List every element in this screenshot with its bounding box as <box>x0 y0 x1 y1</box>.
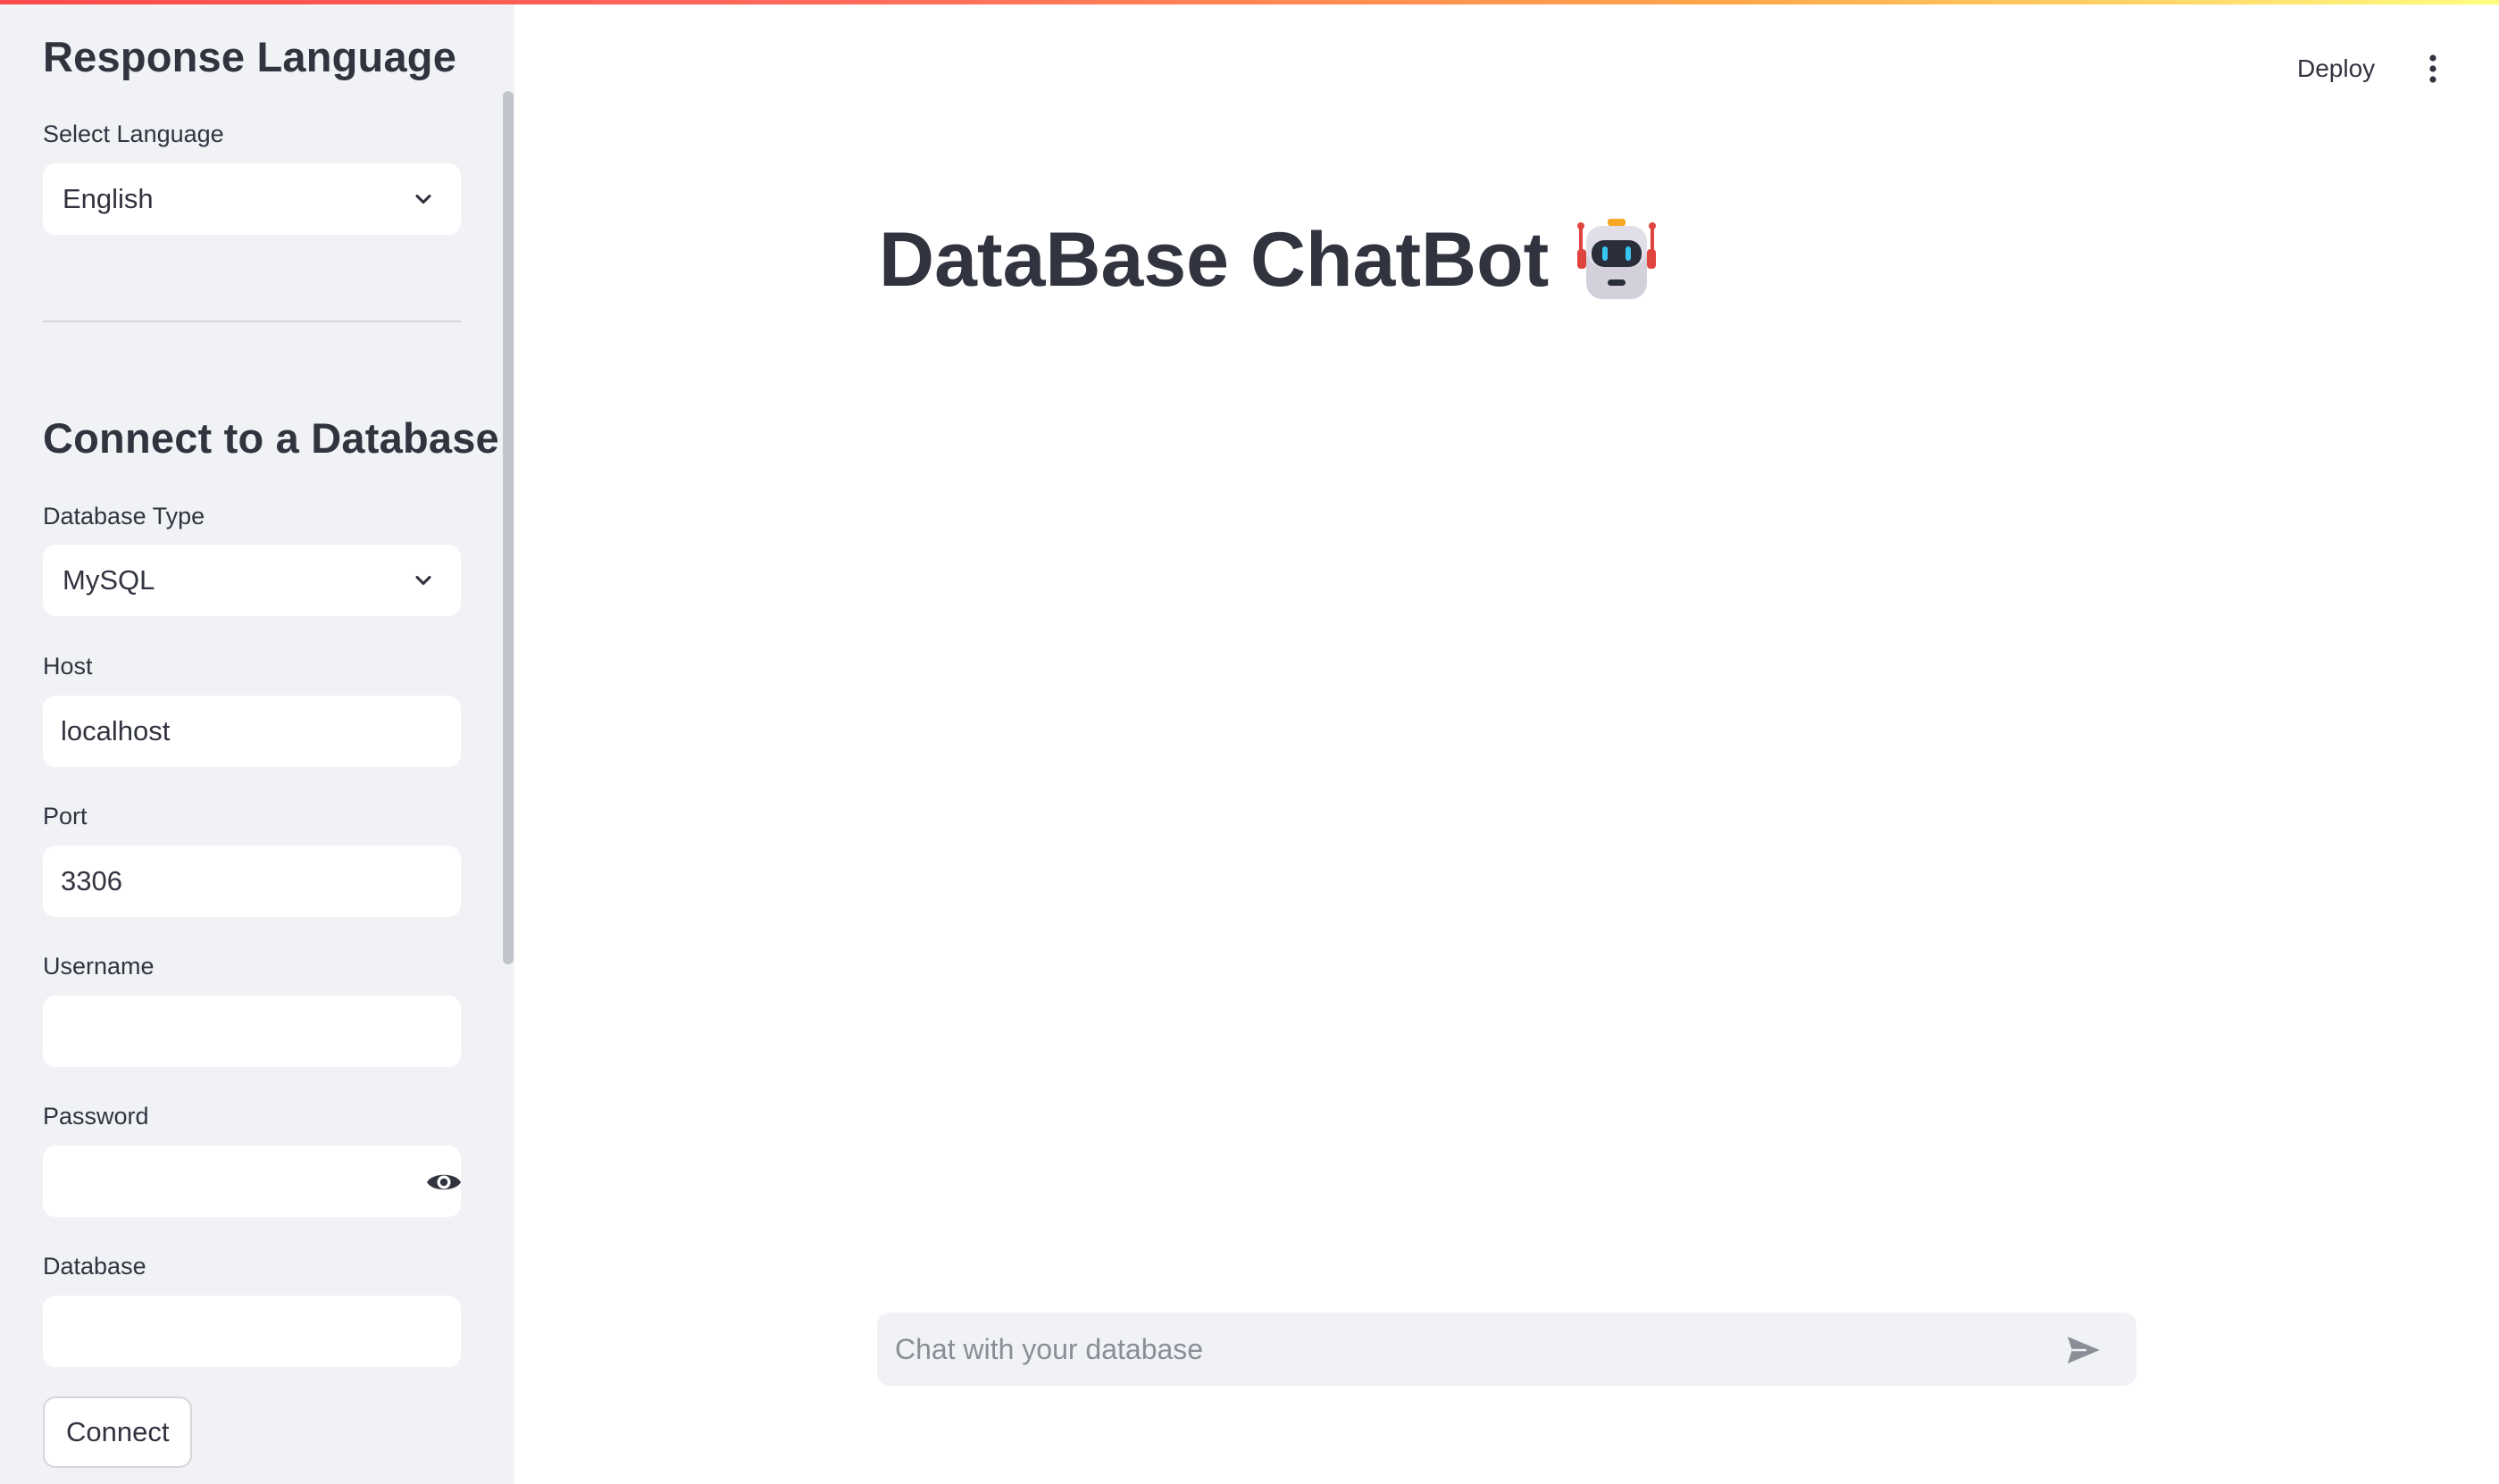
more-vertical-icon[interactable] <box>2420 50 2445 88</box>
username-input[interactable] <box>43 996 461 1067</box>
port-field <box>43 846 461 917</box>
chat-input-container <box>877 1313 2136 1386</box>
username-field <box>43 996 461 1067</box>
username-label: Username <box>43 953 155 980</box>
password-input[interactable] <box>43 1146 400 1217</box>
chevron-down-icon <box>415 575 431 586</box>
database-type-select[interactable]: MySQL <box>43 545 461 616</box>
select-language-label: Select Language <box>43 121 224 147</box>
sidebar: Response Language Select Language Englis… <box>0 0 514 1484</box>
database-field <box>43 1296 461 1367</box>
database-type-label: Database Type <box>43 503 205 529</box>
top-decoration-bar <box>0 0 2499 4</box>
database-label: Database <box>43 1253 146 1280</box>
password-label: Password <box>43 1103 149 1130</box>
database-type-value: MySQL <box>63 564 155 596</box>
send-icon[interactable] <box>2065 1334 2102 1366</box>
language-select-value: English <box>63 183 154 214</box>
connect-button[interactable]: Connect <box>43 1396 193 1468</box>
host-input[interactable] <box>43 696 461 767</box>
chevron-down-icon <box>415 194 431 204</box>
host-label: Host <box>43 653 93 679</box>
sidebar-scrollbar[interactable] <box>503 91 514 964</box>
port-label: Port <box>43 803 88 830</box>
eye-icon[interactable] <box>425 1169 463 1196</box>
connect-database-heading: Connect to a Database <box>43 414 499 462</box>
sidebar-divider <box>43 321 461 322</box>
database-input[interactable] <box>43 1296 461 1367</box>
password-field <box>43 1146 461 1217</box>
host-field <box>43 696 461 767</box>
deploy-button[interactable]: Deploy <box>2286 48 2386 89</box>
robot-icon <box>1577 219 1657 299</box>
language-select[interactable]: English <box>43 163 461 235</box>
port-input[interactable] <box>43 846 461 917</box>
page-title-text: DataBase ChatBot <box>879 217 1550 303</box>
page-title: DataBase ChatBot <box>879 211 1659 309</box>
response-language-heading: Response Language <box>43 33 457 80</box>
chat-input[interactable] <box>877 1313 2038 1386</box>
